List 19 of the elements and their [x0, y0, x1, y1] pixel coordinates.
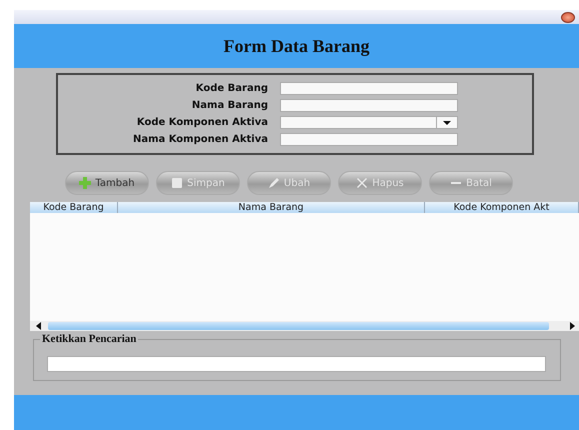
plus-icon — [79, 177, 92, 189]
input-field[interactable] — [280, 99, 458, 112]
caret-icon — [443, 120, 451, 124]
left-arrow-icon — [36, 322, 41, 330]
action-button[interactable]: Tambah — [65, 171, 149, 195]
close-button[interactable] — [561, 12, 575, 22]
window-title: Form Data Barang — [224, 36, 370, 56]
search-field[interactable] — [47, 356, 546, 372]
field-label: Nama Komponen Aktiva — [132, 133, 268, 146]
field-label: Kode Barang — [196, 82, 268, 95]
scrollbar[interactable] — [30, 321, 579, 331]
cross-icon — [356, 177, 368, 189]
panel-title: Ketikkan Pencarian — [40, 333, 138, 345]
field-label: Nama Barang — [192, 99, 268, 112]
field-label: Kode Komponen Aktiva — [136, 116, 268, 129]
combo-box[interactable] — [280, 116, 458, 129]
pencil-icon — [268, 177, 280, 189]
input-field[interactable] — [280, 133, 458, 146]
input-field[interactable] — [280, 82, 458, 95]
